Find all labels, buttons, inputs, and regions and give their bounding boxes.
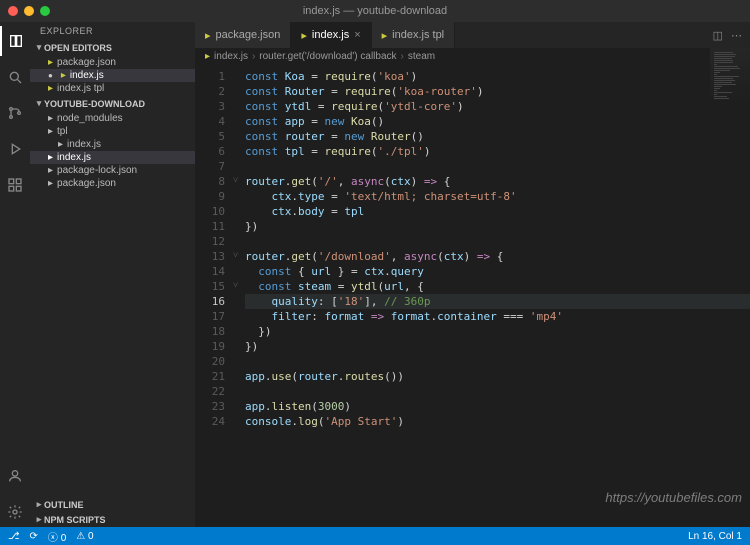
js-file-icon: ▸ bbox=[382, 29, 388, 42]
chevron-down-icon: ▾ bbox=[34, 98, 44, 109]
npm-scripts-header[interactable]: ▸ NPM SCRIPTS bbox=[30, 512, 195, 527]
open-editors-header[interactable]: ▾ OPEN EDITORS bbox=[30, 40, 195, 55]
open-editor-label: index.js bbox=[70, 70, 104, 81]
project-label: YOUTUBE-DOWNLOAD bbox=[44, 99, 145, 109]
explorer-icon[interactable] bbox=[0, 26, 30, 56]
branch-icon[interactable]: ⎇ bbox=[8, 531, 20, 542]
sync-icon[interactable]: ⟳ bbox=[30, 531, 38, 542]
tab-label: package.json bbox=[216, 29, 281, 41]
file-item[interactable]: ▸ package.json bbox=[30, 177, 195, 190]
chevron-right-icon: › bbox=[401, 51, 404, 62]
file-tree: ▸ node_modules▸ tpl▸ index.js▸ index.js▸… bbox=[30, 111, 195, 191]
chevron-down-icon: ▾ bbox=[34, 42, 44, 53]
close-icon[interactable]: × bbox=[354, 29, 360, 41]
file-item[interactable]: ▸ package-lock.json bbox=[30, 164, 195, 177]
accounts-icon[interactable] bbox=[0, 461, 30, 491]
tab-label: index.js bbox=[312, 29, 349, 41]
titlebar: index.js — youtube-download bbox=[0, 0, 750, 22]
tree-item-label: package.json bbox=[57, 178, 116, 189]
folder-item[interactable]: ▸ node_modules bbox=[30, 112, 195, 125]
tab[interactable]: ▸ index.js × bbox=[291, 22, 371, 48]
sidebar: EXPLORER ▾ OPEN EDITORS ▸ package.json ▸ in… bbox=[30, 22, 195, 527]
outline-header[interactable]: ▸ OUTLINE bbox=[30, 497, 195, 512]
statusbar: ⎇ ⟳ ⓧ 0 ⚠ 0 Ln 16, Col 1 bbox=[0, 527, 750, 545]
source-control-icon[interactable] bbox=[0, 98, 30, 128]
window-controls bbox=[8, 6, 50, 16]
tree-item-label: index.js bbox=[57, 152, 91, 163]
split-editor-icon[interactable]: ◫ bbox=[713, 29, 723, 42]
chevron-right-icon: › bbox=[252, 51, 255, 62]
npm-scripts-label: NPM SCRIPTS bbox=[44, 515, 106, 525]
open-editor-item[interactable]: ▸ package.json bbox=[30, 56, 195, 69]
more-actions-icon[interactable]: ⋯ bbox=[731, 29, 742, 42]
open-editor-item[interactable]: ▸ index.js bbox=[30, 69, 195, 82]
js-file-icon: ▸ bbox=[301, 29, 307, 42]
breadcrumb-part[interactable]: index.js bbox=[214, 51, 248, 62]
window-title: index.js — youtube-download bbox=[0, 5, 750, 17]
tree-item-label: package-lock.json bbox=[57, 165, 137, 176]
warnings-count[interactable]: ⚠ 0 bbox=[76, 531, 93, 542]
outline-label: OUTLINE bbox=[44, 500, 84, 510]
code-area[interactable]: const Koa = require('koa')const Router =… bbox=[245, 65, 750, 527]
open-editors-label: OPEN EDITORS bbox=[44, 43, 112, 53]
editor-body[interactable]: 123456789101112131415161718192021222324 … bbox=[195, 65, 750, 527]
file-icon: ▸ bbox=[48, 165, 53, 176]
settings-gear-icon[interactable] bbox=[0, 497, 30, 527]
chevron-right-icon: ▸ bbox=[34, 514, 44, 525]
maximize-window-icon[interactable] bbox=[40, 6, 50, 16]
breadcrumb[interactable]: ▸ index.js › router.get('/download') cal… bbox=[195, 48, 750, 65]
tab[interactable]: ▸ package.json bbox=[195, 22, 291, 48]
file-item[interactable]: ▸ index.js bbox=[30, 151, 195, 164]
file-icon: ▸ bbox=[48, 152, 53, 163]
tab[interactable]: ▸ index.js tpl bbox=[372, 22, 456, 48]
errors-count[interactable]: ⓧ 0 bbox=[48, 529, 66, 544]
breadcrumb-part[interactable]: steam bbox=[408, 51, 435, 62]
file-item[interactable]: ▸ index.js bbox=[30, 138, 195, 151]
open-editor-label: package.json bbox=[57, 57, 116, 68]
line-numbers: 123456789101112131415161718192021222324 bbox=[195, 65, 233, 527]
js-file-icon: ▸ bbox=[205, 51, 210, 62]
minimap[interactable] bbox=[710, 48, 750, 148]
fold-column[interactable]: ˅˅˅ bbox=[233, 65, 245, 527]
debug-icon[interactable] bbox=[0, 134, 30, 164]
folder-item[interactable]: ▸ tpl bbox=[30, 125, 195, 138]
file-icon: ▸ bbox=[58, 139, 63, 150]
project-header[interactable]: ▾ YOUTUBE-DOWNLOAD bbox=[30, 96, 195, 111]
open-editor-label: index.js tpl bbox=[57, 83, 104, 94]
extensions-icon[interactable] bbox=[0, 170, 30, 200]
minimize-window-icon[interactable] bbox=[24, 6, 34, 16]
search-icon[interactable] bbox=[0, 62, 30, 92]
open-editor-item[interactable]: ▸ index.js tpl bbox=[30, 82, 195, 95]
file-icon: ▸ bbox=[48, 57, 53, 68]
open-editors-list: ▸ package.json ▸ index.js ▸ index.js tpl bbox=[30, 55, 195, 96]
tree-item-label: tpl bbox=[57, 126, 68, 137]
activity-bar bbox=[0, 22, 30, 527]
file-icon: ▸ bbox=[48, 83, 53, 94]
tab-label: index.js tpl bbox=[392, 29, 444, 41]
sidebar-title: EXPLORER bbox=[30, 22, 195, 40]
chevron-right-icon: ▸ bbox=[34, 499, 44, 510]
file-icon: ▸ bbox=[61, 70, 66, 81]
file-icon: ▸ bbox=[48, 178, 53, 189]
breadcrumb-part[interactable]: router.get('/download') callback bbox=[259, 51, 396, 62]
cursor-position[interactable]: Ln 16, Col 1 bbox=[688, 531, 742, 542]
close-window-icon[interactable] bbox=[8, 6, 18, 16]
folder-icon: ▸ bbox=[48, 113, 53, 124]
editor: ▸package.json▸index.js×▸index.js tpl ◫ ⋯… bbox=[195, 22, 750, 527]
tree-item-label: index.js bbox=[67, 139, 101, 150]
folder-icon: ▸ bbox=[48, 126, 53, 137]
tabs: ▸ package.json ▸ index.js × ▸ index.js tpl ◫ ⋯ bbox=[195, 22, 750, 48]
tree-item-label: node_modules bbox=[57, 113, 123, 124]
js-file-icon: ▸ bbox=[205, 29, 211, 42]
